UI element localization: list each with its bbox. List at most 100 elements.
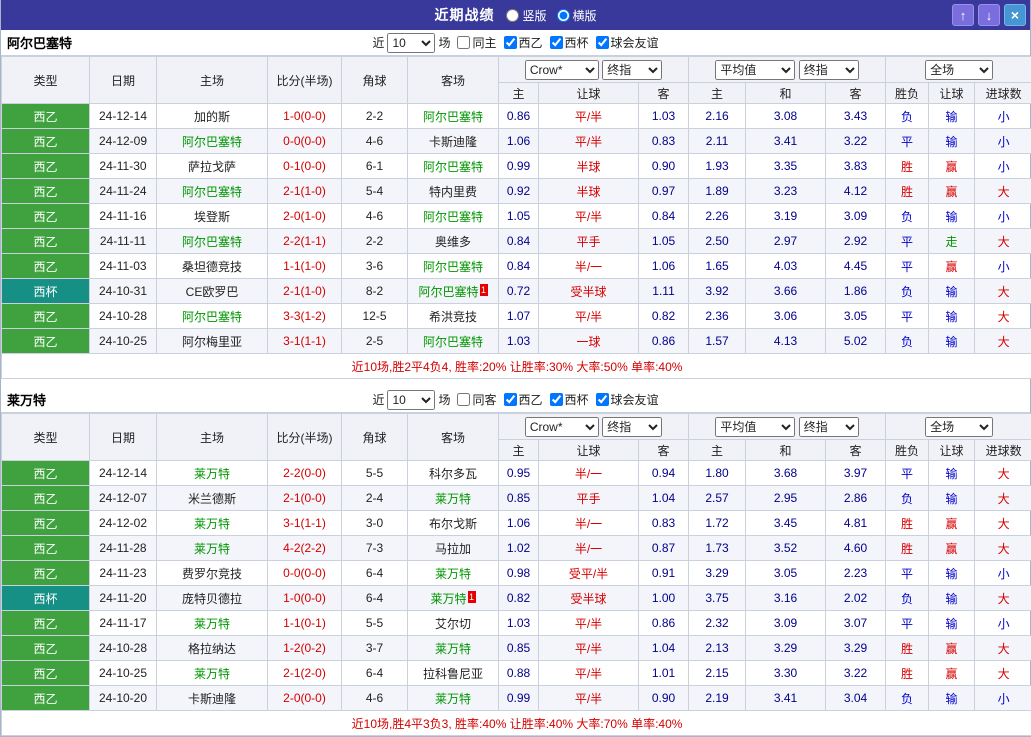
- score-cell: 3-1(1-1): [268, 511, 342, 536]
- col-header-odds-handicap: 让球: [539, 83, 639, 104]
- league-checkbox[interactable]: [596, 36, 609, 49]
- handicap-line-cell: 半/一: [539, 511, 639, 536]
- league-checkbox[interactable]: [596, 393, 609, 406]
- away-team-cell: 莱万特: [408, 686, 499, 711]
- match-row: 西乙24-11-03桑坦德竞技1-1(1-0)3-6阿尔巴塞特0.84半/一1.…: [2, 254, 1031, 279]
- move-up-button[interactable]: ↑: [952, 4, 974, 26]
- final-index-select[interactable]: 终指: [602, 60, 662, 80]
- goals-cell: 小: [975, 154, 1031, 179]
- odds-away-cell: 0.87: [639, 536, 689, 561]
- vertical-view-radio[interactable]: [506, 9, 519, 22]
- score-cell: 2-1(1-0): [268, 179, 342, 204]
- home-team-cell: 莱万特: [157, 461, 268, 486]
- average-select[interactable]: 平均值: [715, 417, 795, 437]
- bookmaker-select[interactable]: Crow*: [525, 417, 599, 437]
- final-index-select[interactable]: 终指: [799, 60, 859, 80]
- league-filter-friendly[interactable]: 球会友谊: [596, 34, 659, 51]
- home-team-cell: 阿尔巴塞特: [157, 304, 268, 329]
- competition-type-badge: 西乙: [2, 461, 90, 486]
- filter-controls: 近 10 场 同主 西乙 西杯 球会友谊: [7, 33, 1024, 53]
- match-date: 24-10-25: [90, 661, 157, 686]
- league-filter-laliga2[interactable]: 西乙: [504, 34, 543, 51]
- same-venue-checkbox[interactable]: [457, 393, 470, 406]
- result-cell: 胜: [886, 536, 929, 561]
- match-count-select[interactable]: 10: [387, 390, 435, 410]
- team-name: 埃登斯: [194, 210, 230, 224]
- competition-type-badge: 西乙: [2, 536, 90, 561]
- match-date: 24-11-23: [90, 561, 157, 586]
- match-count-select[interactable]: 10: [387, 33, 435, 53]
- handicap-line-cell: 半/一: [539, 254, 639, 279]
- handicap-line-cell: 平/半: [539, 636, 639, 661]
- avg-draw-cell: 3.41: [746, 686, 826, 711]
- league-checkbox[interactable]: [550, 36, 563, 49]
- home-team-cell: 阿尔巴塞特: [157, 179, 268, 204]
- avg-draw-cell: 3.19: [746, 204, 826, 229]
- handicap-result-cell: 输: [929, 586, 975, 611]
- col-header-result: 胜负: [886, 440, 929, 461]
- league-filter-laliga2[interactable]: 西乙: [504, 391, 543, 408]
- close-button[interactable]: ×: [1004, 4, 1026, 26]
- red-card-badge: 1: [480, 284, 488, 296]
- same-venue-filter[interactable]: 同客: [457, 391, 496, 408]
- league-label: 球会友谊: [611, 34, 659, 51]
- view-option-horizontal[interactable]: 横版: [557, 7, 597, 24]
- result-cell: 平: [886, 461, 929, 486]
- bookmaker-select[interactable]: Crow*: [525, 60, 599, 80]
- team-name: 萨拉戈萨: [188, 160, 236, 174]
- summary-row: 近10场,胜2平4负4, 胜率:20% 让胜率:30% 大率:50% 单率:40…: [2, 354, 1031, 379]
- team-name: 米兰德斯: [188, 492, 236, 506]
- summary-text: 近10场,胜2平4负4, 胜率:20% 让胜率:30% 大率:50% 单率:40…: [2, 354, 1031, 379]
- col-header-date: 日期: [90, 414, 157, 461]
- score-cell: 2-1(2-0): [268, 661, 342, 686]
- avg-away-cell: 2.86: [826, 486, 886, 511]
- full-match-select[interactable]: 全场: [925, 60, 993, 80]
- full-match-select[interactable]: 全场: [925, 417, 993, 437]
- odds-home-cell: 0.95: [499, 461, 539, 486]
- same-venue-filter[interactable]: 同主: [457, 34, 496, 51]
- away-team-cell: 希洪竞技: [408, 304, 499, 329]
- same-venue-checkbox[interactable]: [457, 36, 470, 49]
- league-filter-copa[interactable]: 西杯: [550, 391, 589, 408]
- match-date: 24-12-14: [90, 104, 157, 129]
- corner-cell: 8-2: [342, 279, 408, 304]
- odds-home-cell: 0.99: [499, 686, 539, 711]
- avg-draw-cell: 3.45: [746, 511, 826, 536]
- avg-draw-cell: 3.16: [746, 586, 826, 611]
- avg-away-cell: 4.60: [826, 536, 886, 561]
- match-row: 西乙24-11-30萨拉戈萨0-1(0-0)6-1阿尔巴塞特0.99半球0.90…: [2, 154, 1031, 179]
- avg-away-cell: 2.92: [826, 229, 886, 254]
- horizontal-view-radio[interactable]: [557, 9, 570, 22]
- match-date: 24-11-20: [90, 586, 157, 611]
- team-name: 艾尔切: [435, 617, 471, 631]
- view-option-vertical[interactable]: 竖版: [506, 7, 546, 24]
- final-index-select[interactable]: 终指: [799, 417, 859, 437]
- odds-home-cell: 1.07: [499, 304, 539, 329]
- league-checkbox[interactable]: [550, 393, 563, 406]
- odds-away-cell: 0.86: [639, 611, 689, 636]
- col-header-avg-draw: 和: [746, 440, 826, 461]
- league-label: 西杯: [565, 34, 589, 51]
- league-checkbox[interactable]: [504, 36, 517, 49]
- league-filter-friendly[interactable]: 球会友谊: [596, 391, 659, 408]
- move-down-button[interactable]: ↓: [978, 4, 1000, 26]
- handicap-line-cell: 受半球: [539, 586, 639, 611]
- avg-draw-cell: 2.97: [746, 229, 826, 254]
- odds-home-cell: 0.88: [499, 661, 539, 686]
- handicap-line-cell: 平/半: [539, 611, 639, 636]
- match-date: 24-12-09: [90, 129, 157, 154]
- league-filter-copa[interactable]: 西杯: [550, 34, 589, 51]
- avg-home-cell: 1.65: [689, 254, 746, 279]
- title-bar-buttons: ↑ ↓ ×: [952, 4, 1026, 26]
- goals-cell: 小: [975, 686, 1031, 711]
- result-cell: 负: [886, 486, 929, 511]
- avg-home-cell: 2.13: [689, 636, 746, 661]
- col-header-avg-draw: 和: [746, 83, 826, 104]
- final-index-select[interactable]: 终指: [602, 417, 662, 437]
- handicap-line-cell: 平/半: [539, 104, 639, 129]
- average-select[interactable]: 平均值: [715, 60, 795, 80]
- league-checkbox[interactable]: [504, 393, 517, 406]
- odds-away-cell: 0.86: [639, 329, 689, 354]
- result-cell: 平: [886, 229, 929, 254]
- handicap-result-cell: 赢: [929, 179, 975, 204]
